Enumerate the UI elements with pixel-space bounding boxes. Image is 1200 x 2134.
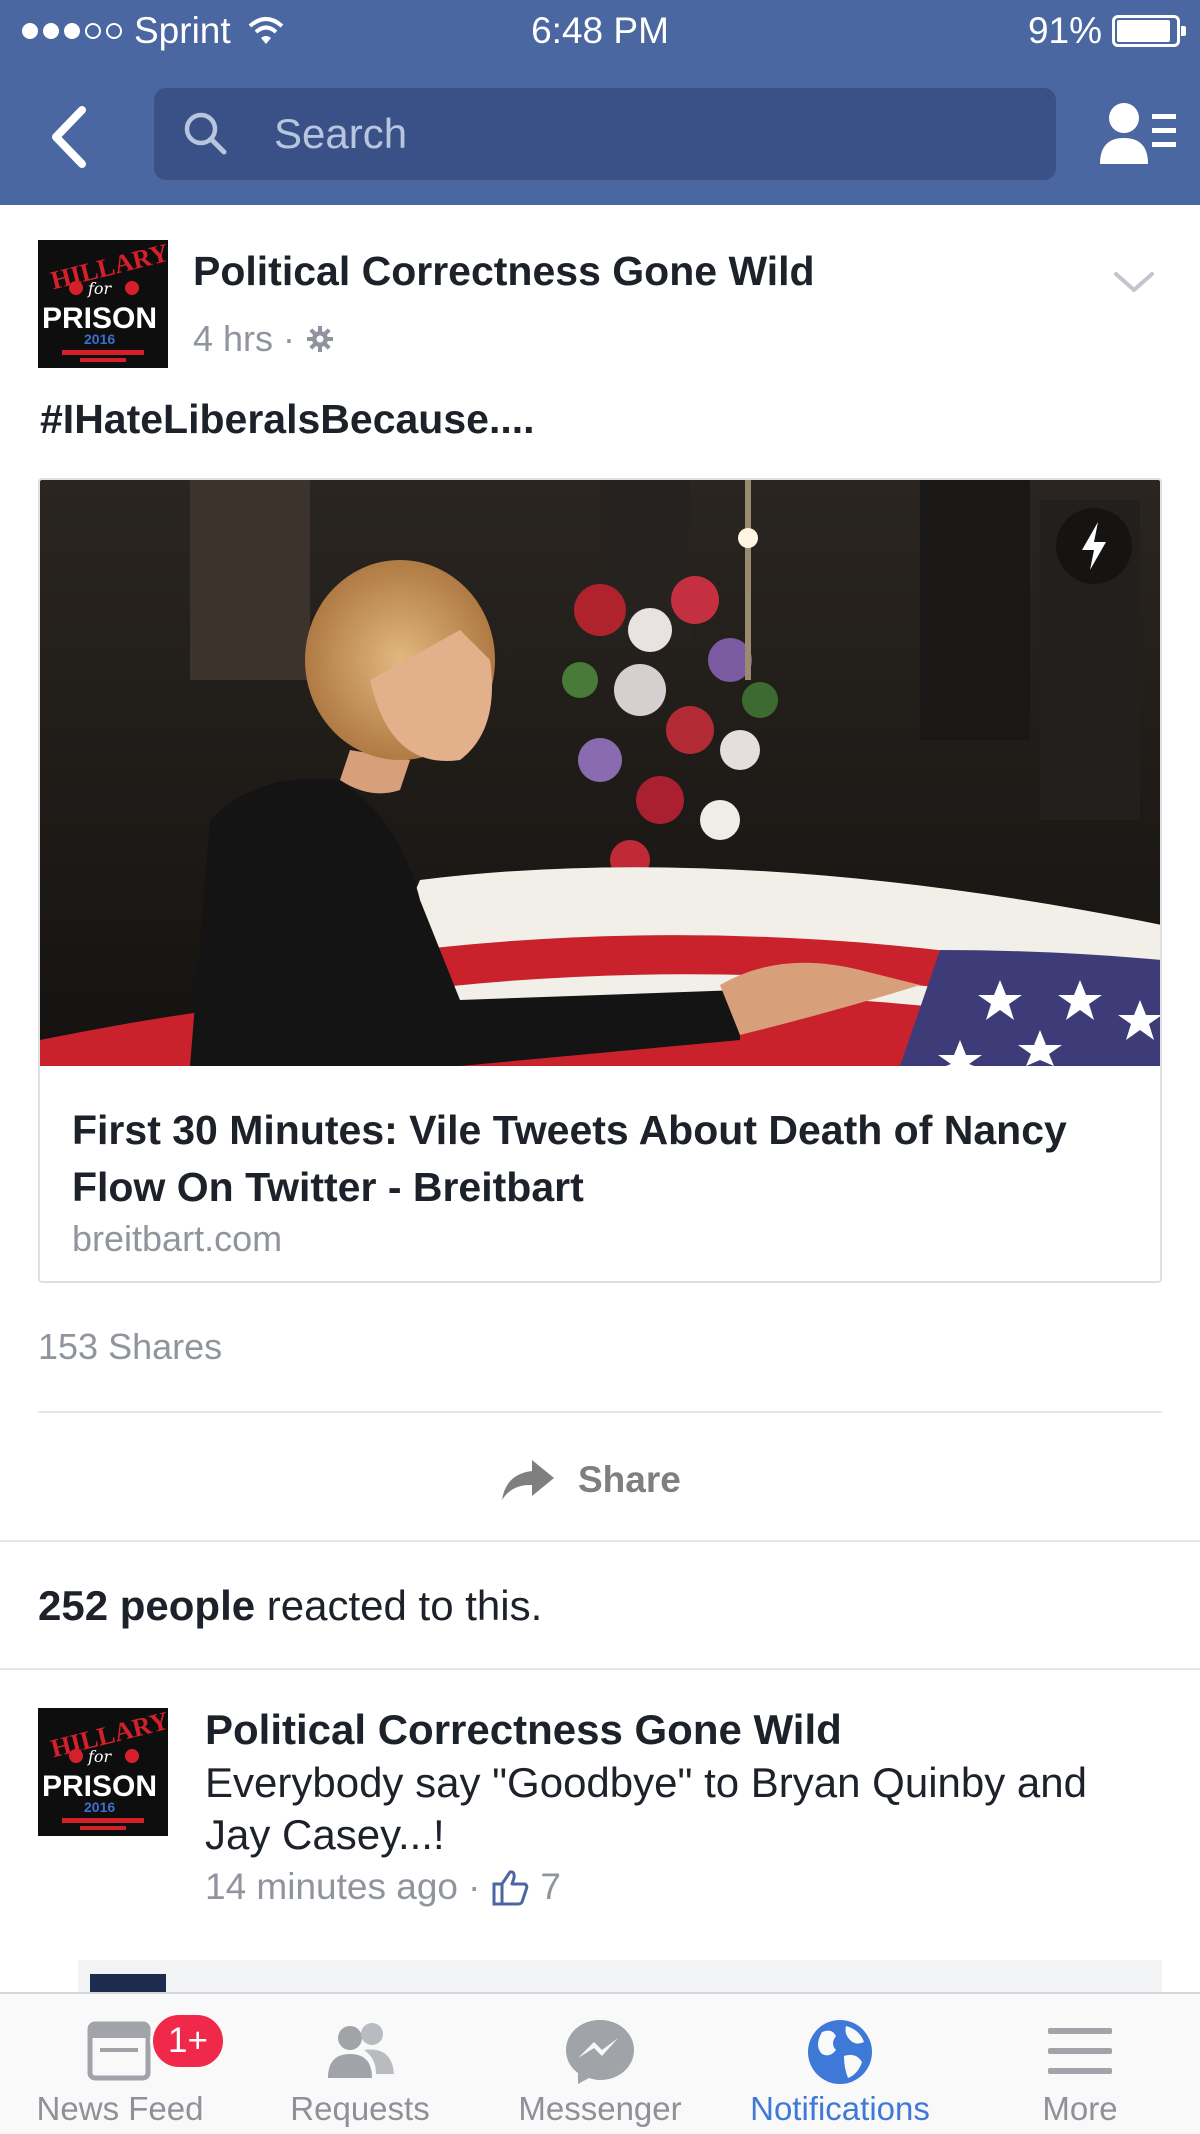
shares-count[interactable]: 153 Shares bbox=[38, 1326, 222, 1368]
messenger-icon bbox=[566, 2020, 634, 2084]
svg-text:2016: 2016 bbox=[84, 331, 115, 347]
public-gear-icon bbox=[307, 326, 334, 352]
meta-separator: · bbox=[283, 318, 296, 359]
hillary-for-prison-logo: HILLARY for PRISON 2016 bbox=[38, 1708, 168, 1836]
news-feed-badge: 1+ bbox=[150, 2012, 226, 2070]
tab-messenger[interactable]: Messenger bbox=[480, 1994, 720, 2134]
tab-label: Messenger bbox=[518, 2090, 682, 2127]
page-avatar[interactable]: HILLARY for PRISON 2016 bbox=[38, 240, 168, 368]
lightning-icon bbox=[1082, 522, 1106, 570]
search-icon bbox=[184, 112, 227, 155]
menu-icon bbox=[1048, 2028, 1112, 2074]
like-thumb-icon bbox=[492, 1870, 529, 1906]
divider bbox=[0, 1540, 1200, 1542]
tab-news-feed[interactable]: 1+ News Feed bbox=[0, 1994, 240, 2134]
battery-level bbox=[1117, 20, 1170, 42]
instant-article-badge bbox=[1056, 508, 1132, 584]
back-button[interactable] bbox=[40, 102, 100, 172]
tab-label: More bbox=[1042, 2090, 1118, 2127]
reactions-count: 252 people bbox=[38, 1582, 256, 1629]
battery-percent: 91% bbox=[1027, 10, 1102, 51]
link-preview-card[interactable]: First 30 Minutes: Vile Tweets About Deat… bbox=[38, 478, 1162, 1283]
divider bbox=[0, 1668, 1200, 1670]
post-options-chevron-icon[interactable] bbox=[1110, 262, 1158, 302]
status-bar: Sprint 6:48 PM 91% bbox=[0, 0, 1200, 64]
comment-like-count[interactable]: 7 bbox=[540, 1866, 561, 1908]
friend-requests-icon[interactable] bbox=[1098, 98, 1178, 170]
tab-more[interactable]: More bbox=[960, 1994, 1200, 2134]
search-input[interactable] bbox=[274, 88, 1034, 180]
post-author[interactable]: Political Correctness Gone Wild bbox=[193, 248, 815, 295]
comment-author-avatar[interactable]: HILLARY for PRISON 2016 bbox=[38, 1708, 168, 1836]
tab-requests[interactable]: Requests bbox=[240, 1994, 480, 2134]
bottom-tab-bar: 1+ News Feed Requests Messenger Notifica… bbox=[0, 1992, 1200, 2134]
comment-time[interactable]: 14 minutes ago bbox=[205, 1866, 458, 1908]
svg-text:for: for bbox=[87, 279, 113, 298]
top-header: Sprint 6:48 PM 91% bbox=[0, 0, 1200, 205]
tab-notifications[interactable]: Notifications bbox=[720, 1994, 960, 2134]
post-text[interactable]: #IHateLiberalsBecause.... bbox=[40, 396, 535, 443]
link-preview-image bbox=[40, 480, 1160, 1066]
share-label: Share bbox=[578, 1459, 681, 1500]
comment-author[interactable]: Political Correctness Gone Wild bbox=[205, 1706, 842, 1754]
post-time[interactable]: 4 hrs bbox=[193, 318, 273, 360]
search-bar[interactable] bbox=[154, 88, 1056, 180]
comment-text[interactable]: Everybody say "Goodbye" to Bryan Quinby … bbox=[205, 1757, 1125, 1861]
hillary-for-prison-logo: HILLARY for PRISON 2016 bbox=[38, 240, 168, 368]
post-meta: 4 hrs · bbox=[193, 318, 335, 360]
nav-bar bbox=[0, 88, 1200, 184]
requests-icon bbox=[328, 2023, 394, 2078]
meta-separator: · bbox=[468, 1866, 481, 1907]
share-arrow-icon bbox=[502, 1460, 554, 1500]
divider bbox=[38, 1411, 1162, 1413]
comment-meta: 14 minutes ago · 7 bbox=[205, 1866, 561, 1908]
globe-icon bbox=[808, 2020, 872, 2084]
clock: 6:48 PM bbox=[531, 10, 669, 51]
battery-icon bbox=[1112, 15, 1186, 47]
share-button[interactable]: Share bbox=[500, 1450, 681, 1510]
tab-label: Notifications bbox=[750, 2090, 930, 2127]
link-title[interactable]: First 30 Minutes: Vile Tweets About Deat… bbox=[72, 1102, 1132, 1216]
tab-label: News Feed bbox=[36, 2090, 204, 2127]
reactions-summary[interactable]: 252 people reacted to this. bbox=[38, 1582, 542, 1630]
svg-text:2016: 2016 bbox=[84, 1799, 115, 1815]
reactions-suffix: reacted to this. bbox=[255, 1582, 543, 1629]
svg-text:for: for bbox=[87, 1747, 113, 1766]
news-feed-icon bbox=[87, 2021, 151, 2081]
tab-label: Requests bbox=[290, 2090, 430, 2127]
link-domain: breitbart.com bbox=[72, 1218, 283, 1259]
